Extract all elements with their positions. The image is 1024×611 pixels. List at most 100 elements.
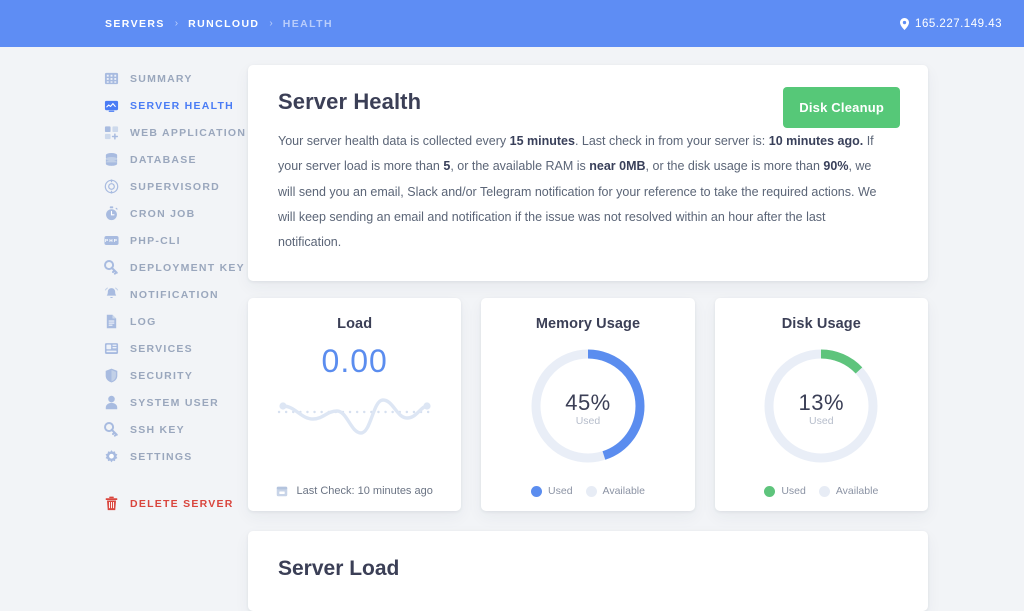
shield-icon <box>105 368 118 383</box>
sidebar-item-database[interactable]: DATABASE <box>104 146 248 173</box>
web-application-icon <box>104 126 119 140</box>
key-icon <box>104 422 118 437</box>
sidebar-item-log[interactable]: LOG <box>104 308 248 335</box>
legend-item-available: Available <box>818 485 879 498</box>
desc-part: , or the disk usage is more than <box>645 159 824 174</box>
services-icon <box>104 343 119 354</box>
breadcrumb-separator-icon: › <box>174 18 179 29</box>
sidebar-item-label: DEPLOYMENT KEY <box>130 261 245 274</box>
breadcrumb-item-runcloud[interactable]: RUNCLOUD <box>188 18 259 30</box>
document-icon <box>106 314 117 329</box>
sidebar-item-deployment-key[interactable]: DEPLOYMENT KEY <box>104 254 248 281</box>
memory-card-title: Memory Usage <box>535 316 641 333</box>
disk-card-title: Disk Usage <box>781 316 861 333</box>
location-pin-icon <box>900 17 910 30</box>
legend-label: Available <box>602 485 645 498</box>
server-load-card: Server Load <box>248 531 928 611</box>
sidebar-item-label: SSH KEY <box>130 423 185 436</box>
sidebar-item-settings[interactable]: SETTINGS <box>104 443 248 470</box>
memory-legend: Used Available <box>481 485 694 497</box>
desc-bold-disk: 90% <box>823 159 849 174</box>
sidebar-item-web-application[interactable]: WEB APPLICATION <box>104 119 248 146</box>
memory-usage-card: Memory Usage 45% Used Used Available <box>481 298 695 512</box>
sidebar-item-label: DELETE SERVER <box>130 497 234 510</box>
legend-dot-available-icon <box>818 485 830 497</box>
sidebar-item-services[interactable]: SERVICES <box>104 335 248 362</box>
stat-card-row: Load 0.00 Last Check: 10 minutes ago Mem… <box>248 298 928 512</box>
desc-part: Your server health data is collected eve… <box>278 134 510 148</box>
supervisord-gear-icon <box>104 179 119 194</box>
legend-label: Used <box>781 485 806 498</box>
database-icon <box>105 153 118 166</box>
server-ip-text: 165.227.149.43 <box>915 17 1002 30</box>
disk-percent: 13% <box>798 389 845 415</box>
sidebar-item-php-cli[interactable]: PHP PHP-CLI <box>104 227 248 254</box>
sidebar-item-ssh-key[interactable]: SSH KEY <box>104 416 248 443</box>
load-sparkline-chart <box>277 398 432 435</box>
sidebar-item-label: SERVER HEALTH <box>130 99 234 112</box>
load-last-check: Last Check: 10 minutes ago <box>248 485 461 497</box>
legend-dot-used-icon <box>531 485 543 497</box>
server-health-description: Your server health data is collected eve… <box>278 129 890 255</box>
user-icon <box>105 395 118 410</box>
load-value: 0.00 <box>321 343 388 380</box>
load-card-title: Load <box>337 316 373 333</box>
memory-donut-wrap: 45% Used <box>526 344 650 473</box>
load-last-check-label: Last Check: 10 minutes ago <box>296 485 433 498</box>
key-icon <box>104 260 118 275</box>
legend-item-used: Used <box>531 485 573 497</box>
sidebar-item-delete-server[interactable]: DELETE SERVER <box>104 490 248 517</box>
sidebar-item-cron-job[interactable]: CRON JOB <box>104 200 248 227</box>
sidebar-item-label: SERVICES <box>130 342 193 355</box>
sidebar-item-label: CRON JOB <box>130 207 196 220</box>
breadcrumb: SERVERS › RUNCLOUD › HEALTH <box>105 18 333 30</box>
svg-text:PHP: PHP <box>105 238 118 243</box>
sidebar-item-label: SECURITY <box>130 369 194 382</box>
disk-donut-wrap: 13% Used <box>759 344 883 473</box>
legend-dot-available-icon <box>585 485 597 497</box>
desc-bold-ram: near 0MB <box>589 159 646 174</box>
sidebar-navigation: SUMMARY SERVER HEALTH WEB APPLICATION DA… <box>0 65 248 611</box>
memory-donut-center: 45% Used <box>526 344 650 473</box>
sidebar-item-label: SUPERVISORD <box>130 180 220 193</box>
server-load-title: Server Load <box>278 557 400 581</box>
desc-part: , or the available RAM is <box>450 159 590 174</box>
sidebar-item-label: SUMMARY <box>130 72 193 85</box>
sidebar-item-server-health[interactable]: SERVER HEALTH <box>104 92 248 119</box>
desc-part: . Last check in from your server is: <box>574 134 769 148</box>
trash-icon <box>105 496 118 511</box>
main-content: Server Health Disk Cleanup Your server h… <box>248 65 1024 611</box>
memory-percent-sub: Used <box>575 414 601 427</box>
grid-summary-icon <box>104 72 119 85</box>
legend-item-available: Available <box>585 485 645 498</box>
desc-bold-lastcheck: 10 minutes ago. <box>768 134 864 148</box>
sidebar-item-label: SYSTEM USER <box>130 396 220 409</box>
sidebar-item-label: DATABASE <box>130 153 197 166</box>
breadcrumb-separator-icon: › <box>269 18 273 29</box>
sidebar-item-label: PHP-CLI <box>130 234 181 247</box>
legend-item-used: Used <box>764 485 806 497</box>
legend-label: Used <box>548 485 573 498</box>
php-badge-icon: PHP <box>104 236 119 245</box>
legend-label: Available <box>835 485 879 498</box>
sidebar-item-label: LOG <box>130 315 157 328</box>
health-monitor-icon <box>104 100 119 112</box>
server-health-card: Server Health Disk Cleanup Your server h… <box>248 65 928 282</box>
sidebar-item-label: WEB APPLICATION <box>130 126 247 139</box>
sidebar-item-supervisord[interactable]: SUPERVISORD <box>104 173 248 200</box>
gear-icon <box>105 450 118 463</box>
disk-usage-card: Disk Usage 13% Used Used Available <box>714 298 928 512</box>
breadcrumb-item-servers[interactable]: SERVERS <box>105 18 165 30</box>
sidebar-item-summary[interactable]: SUMMARY <box>104 65 248 92</box>
sidebar-item-notification[interactable]: NOTIFICATION <box>104 281 248 308</box>
desc-bold-interval: 15 minutes <box>509 134 575 148</box>
sidebar-item-security[interactable]: SECURITY <box>104 362 248 389</box>
memory-percent: 45% <box>565 389 611 415</box>
legend-dot-used-icon <box>764 485 776 497</box>
disk-cleanup-button[interactable]: Disk Cleanup <box>783 87 900 128</box>
breadcrumb-item-health: HEALTH <box>282 17 333 30</box>
server-ip-address: 165.227.149.43 <box>900 17 1002 30</box>
sidebar-item-system-user[interactable]: SYSTEM USER <box>104 389 248 416</box>
sidebar-item-label: NOTIFICATION <box>130 288 219 301</box>
